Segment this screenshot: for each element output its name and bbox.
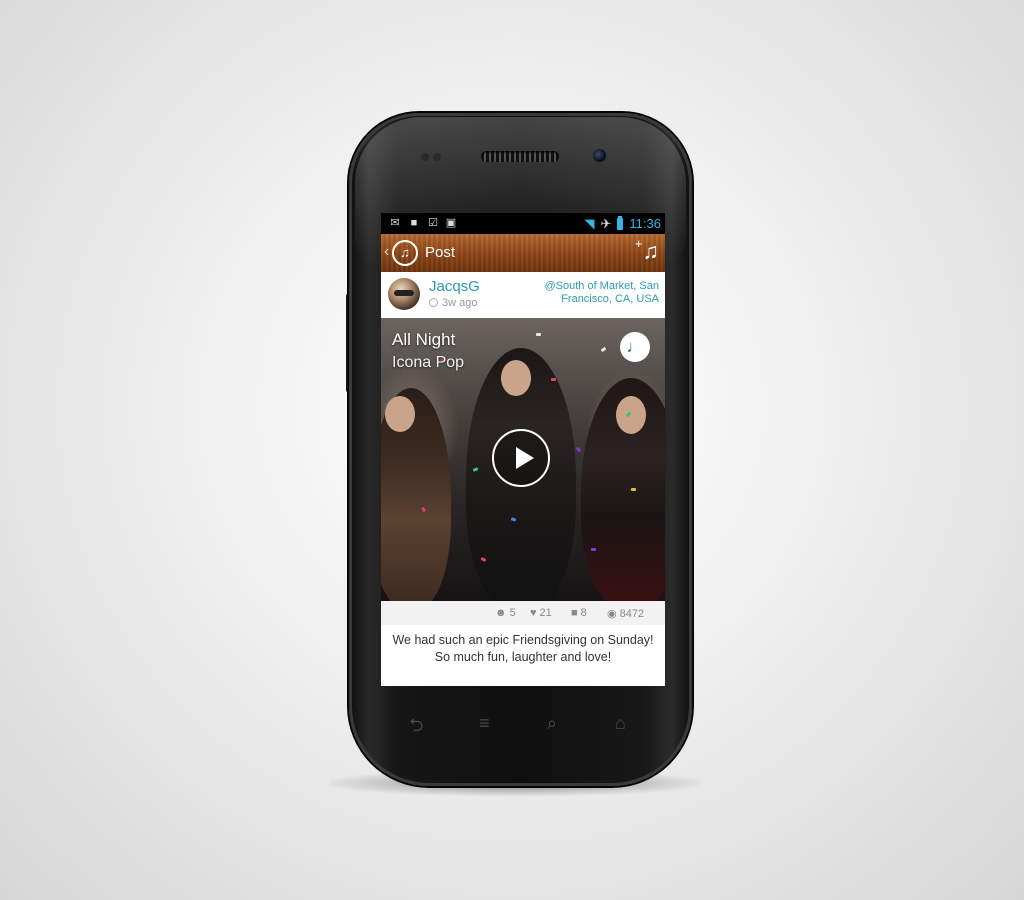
song-artist: Icona Pop: [392, 354, 465, 371]
front-camera: [593, 149, 606, 162]
username[interactable]: JacqsG: [429, 278, 480, 295]
face-center: [501, 360, 531, 396]
proximity-sensor: [421, 153, 429, 161]
menu-icon[interactable]: ≡: [479, 713, 490, 734]
home-icon[interactable]: ⌂: [615, 713, 626, 734]
like-count: 21: [539, 607, 552, 619]
shopping-bag-icon: ▣: [445, 217, 457, 229]
eye-icon: ◉: [607, 608, 617, 620]
add-music-icon[interactable]: +♫: [635, 236, 659, 264]
airplane-icon: ✈: [600, 216, 612, 231]
wifi-icon: ◥: [584, 216, 595, 231]
chevron-left-icon[interactable]: ‹: [384, 243, 389, 261]
clock-icon: [429, 298, 438, 307]
post-caption: We had such an epic Friendsgiving on Sun…: [381, 625, 665, 686]
status-indicators: ◥ ✈ 11:36: [584, 215, 661, 231]
smile-stat[interactable]: ☻ 5: [495, 607, 516, 619]
confetti: [631, 488, 636, 491]
view-stat: ◉ 8472: [607, 607, 644, 620]
caption-text: We had such an epic Friendsgiving on Sun…: [392, 633, 654, 664]
play-button[interactable]: [492, 429, 550, 487]
play-icon: [516, 447, 534, 469]
smile-count: 5: [509, 607, 516, 619]
chat-icon: ■: [410, 217, 418, 229]
light-sensor: [433, 153, 441, 161]
smile-icon: ☻: [495, 607, 507, 619]
face-right: [616, 396, 646, 434]
like-stat[interactable]: ♥ 21: [530, 607, 552, 619]
music-chat-logo-icon[interactable]: ♫: [392, 240, 418, 266]
confetti: [536, 333, 541, 336]
location-link[interactable]: @South of Market, San Francisco, CA, USA: [529, 280, 659, 306]
confetti: [591, 548, 596, 551]
time-ago-label: 3w ago: [442, 297, 478, 309]
post-header: JacqsG 3w ago @South of Market, San Fran…: [381, 272, 665, 318]
confetti: [551, 378, 556, 381]
avatar[interactable]: [388, 278, 420, 310]
battery-icon: [617, 215, 624, 230]
back-icon[interactable]: ⮌: [409, 713, 423, 743]
stats-bar: ☻ 5 ♥ 21 ■ 8 ◉ 8472: [381, 601, 665, 625]
heart-icon: ♥: [530, 607, 537, 619]
earpiece-speaker: [481, 151, 559, 162]
song-title: All Night: [392, 330, 456, 349]
comment-count: 8: [580, 607, 587, 619]
action-bar-title: Post: [425, 244, 456, 261]
status-time: 11:36: [629, 216, 661, 231]
post-time: 3w ago: [429, 297, 477, 309]
gmail-icon: ✉: [390, 217, 400, 229]
search-icon[interactable]: ⌕: [547, 713, 557, 734]
status-bar: ✉ ■ ☑ ▣ ◥ ✈ 11:36: [381, 213, 665, 234]
download-done-icon: ☑: [428, 217, 438, 229]
video-thumbnail[interactable]: All Night Icona Pop ♩: [381, 318, 665, 601]
hardware-nav-keys: ⮌ ≡ ⌕ ⌂: [349, 713, 692, 743]
face-left: [385, 396, 415, 432]
confetti: [600, 346, 607, 353]
view-count: 8472: [619, 608, 645, 620]
music-note-icon[interactable]: ♩: [620, 332, 650, 362]
phone-screen: ✉ ■ ☑ ▣ ◥ ✈ 11:36 ‹ ♫ Post +♫ JacqsG 3w …: [381, 213, 665, 686]
comment-stat[interactable]: ■ 8: [571, 607, 587, 619]
confetti: [575, 446, 582, 453]
action-bar: ‹ ♫ Post +♫: [381, 234, 665, 272]
comment-icon: ■: [571, 607, 578, 619]
